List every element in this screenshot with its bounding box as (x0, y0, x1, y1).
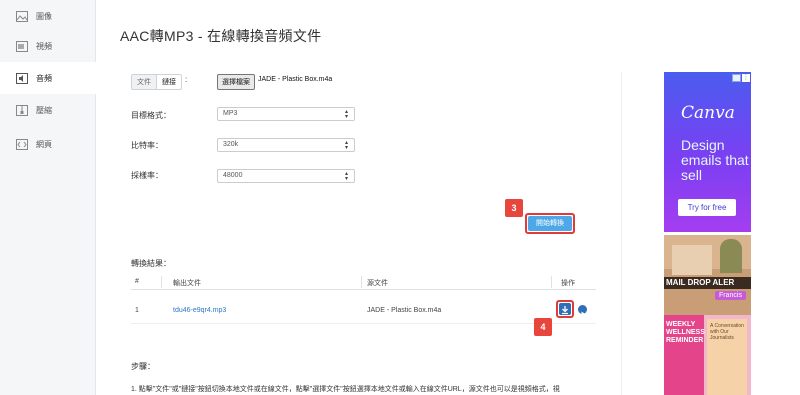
ad-headline: Design emails that sell (681, 137, 749, 183)
sidebar-item-label: 音頻 (36, 73, 52, 83)
play-button[interactable] (578, 305, 587, 316)
start-convert-button[interactable]: 開始轉換 (528, 216, 572, 231)
sidebar-item-video[interactable]: 視頻 (0, 30, 96, 62)
results-table-header: # 輸出文件 源文件 操作 (131, 274, 596, 290)
sidebar-item-label: 視頻 (36, 41, 52, 51)
play-icon (581, 311, 585, 316)
ad-banner-card-small: A Conversation with Our Journalists (710, 323, 744, 341)
row-index: 1 (135, 307, 139, 314)
bitrate-value: 320k (223, 141, 239, 148)
col-output: 輸出文件 (173, 280, 201, 287)
ad-close-icon[interactable]: ⋮ (742, 74, 750, 82)
ad-cta-button[interactable]: Try for free (678, 199, 736, 216)
select-arrows-icon: ▴ ▾ (344, 171, 348, 182)
step-line-1: 1. 點擊"文件"或"鏈接"按鈕切換本地文件或在線文件，點擊"選擇文件"按鈕選擇… (131, 386, 560, 393)
active-indicator (90, 71, 96, 83)
audio-icon (16, 72, 28, 84)
sidebar-item-image[interactable]: 圖像 (0, 0, 96, 32)
format-select[interactable]: MP3 ▴ ▾ (217, 107, 355, 121)
format-value: MP3 (223, 110, 238, 117)
canva-logo: Canva (681, 103, 735, 123)
ad-banner-card-title: WEEKLY WELLNESS REMINDER (666, 321, 705, 344)
source-file: JADE - Plastic Box.m4a (367, 307, 442, 314)
select-arrows-icon: ▴ ▾ (344, 140, 348, 151)
ad-banner-title: MAIL DROP ALER (664, 277, 751, 289)
input-colon: : (185, 75, 188, 84)
col-source: 源文件 (367, 280, 388, 287)
ad-info-icon[interactable] (732, 74, 741, 82)
samplerate-value: 48000 (223, 172, 243, 179)
input-mode-tabs: 文件 鏈接 (131, 74, 182, 90)
step-badge-4: 4 (534, 318, 552, 336)
col-action: 操作 (561, 280, 575, 287)
code-icon (16, 138, 28, 150)
download-icon (562, 306, 568, 315)
ad-banner-tag: Francis (715, 291, 746, 300)
sidebar-item-archive[interactable]: 壓縮 (0, 94, 96, 126)
download-button[interactable] (559, 303, 571, 315)
divider (621, 72, 622, 395)
bitrate-label: 比特率： (131, 141, 163, 150)
output-file-link[interactable]: tdu46-e9qr4.mp3 (173, 307, 226, 314)
sidebar: 圖像 視頻 音頻 壓縮 網頁 (0, 0, 96, 395)
table-row: 1 tdu46-e9qr4.mp3 JADE - Plastic Box.m4a (131, 298, 596, 324)
sidebar-item-web[interactable]: 網頁 (0, 128, 96, 160)
image-icon (16, 10, 28, 22)
results-label: 轉換結果： (131, 259, 171, 268)
sidebar-item-label: 壓縮 (36, 105, 52, 115)
steps-title: 步驟： (131, 362, 155, 371)
sidebar-item-label: 圖像 (36, 11, 52, 21)
tab-file[interactable]: 文件 (132, 75, 156, 89)
bitrate-select[interactable]: 320k ▴ ▾ (217, 138, 355, 152)
page-title: AAC轉MP3 - 在線轉換音頻文件 (120, 28, 322, 44)
tab-link[interactable]: 鏈接 (156, 75, 181, 89)
samplerate-select[interactable]: 48000 ▴ ▾ (217, 169, 355, 183)
archive-icon (16, 104, 28, 116)
sidebar-item-label: 網頁 (36, 139, 52, 149)
col-index: # (135, 278, 139, 285)
selected-file-name: JADE - Plastic Box.m4a (258, 76, 333, 83)
sidebar-item-audio[interactable]: 音頻 (0, 62, 96, 94)
step-badge-3: 3 (505, 199, 523, 217)
video-icon (16, 40, 28, 52)
choose-file-button[interactable]: 選擇檔案 (217, 74, 255, 90)
format-label: 目標格式： (131, 111, 171, 120)
samplerate-label: 採樣率： (131, 171, 163, 180)
select-arrows-icon: ▴ ▾ (344, 109, 348, 120)
ad-banner-image[interactable] (664, 235, 751, 315)
